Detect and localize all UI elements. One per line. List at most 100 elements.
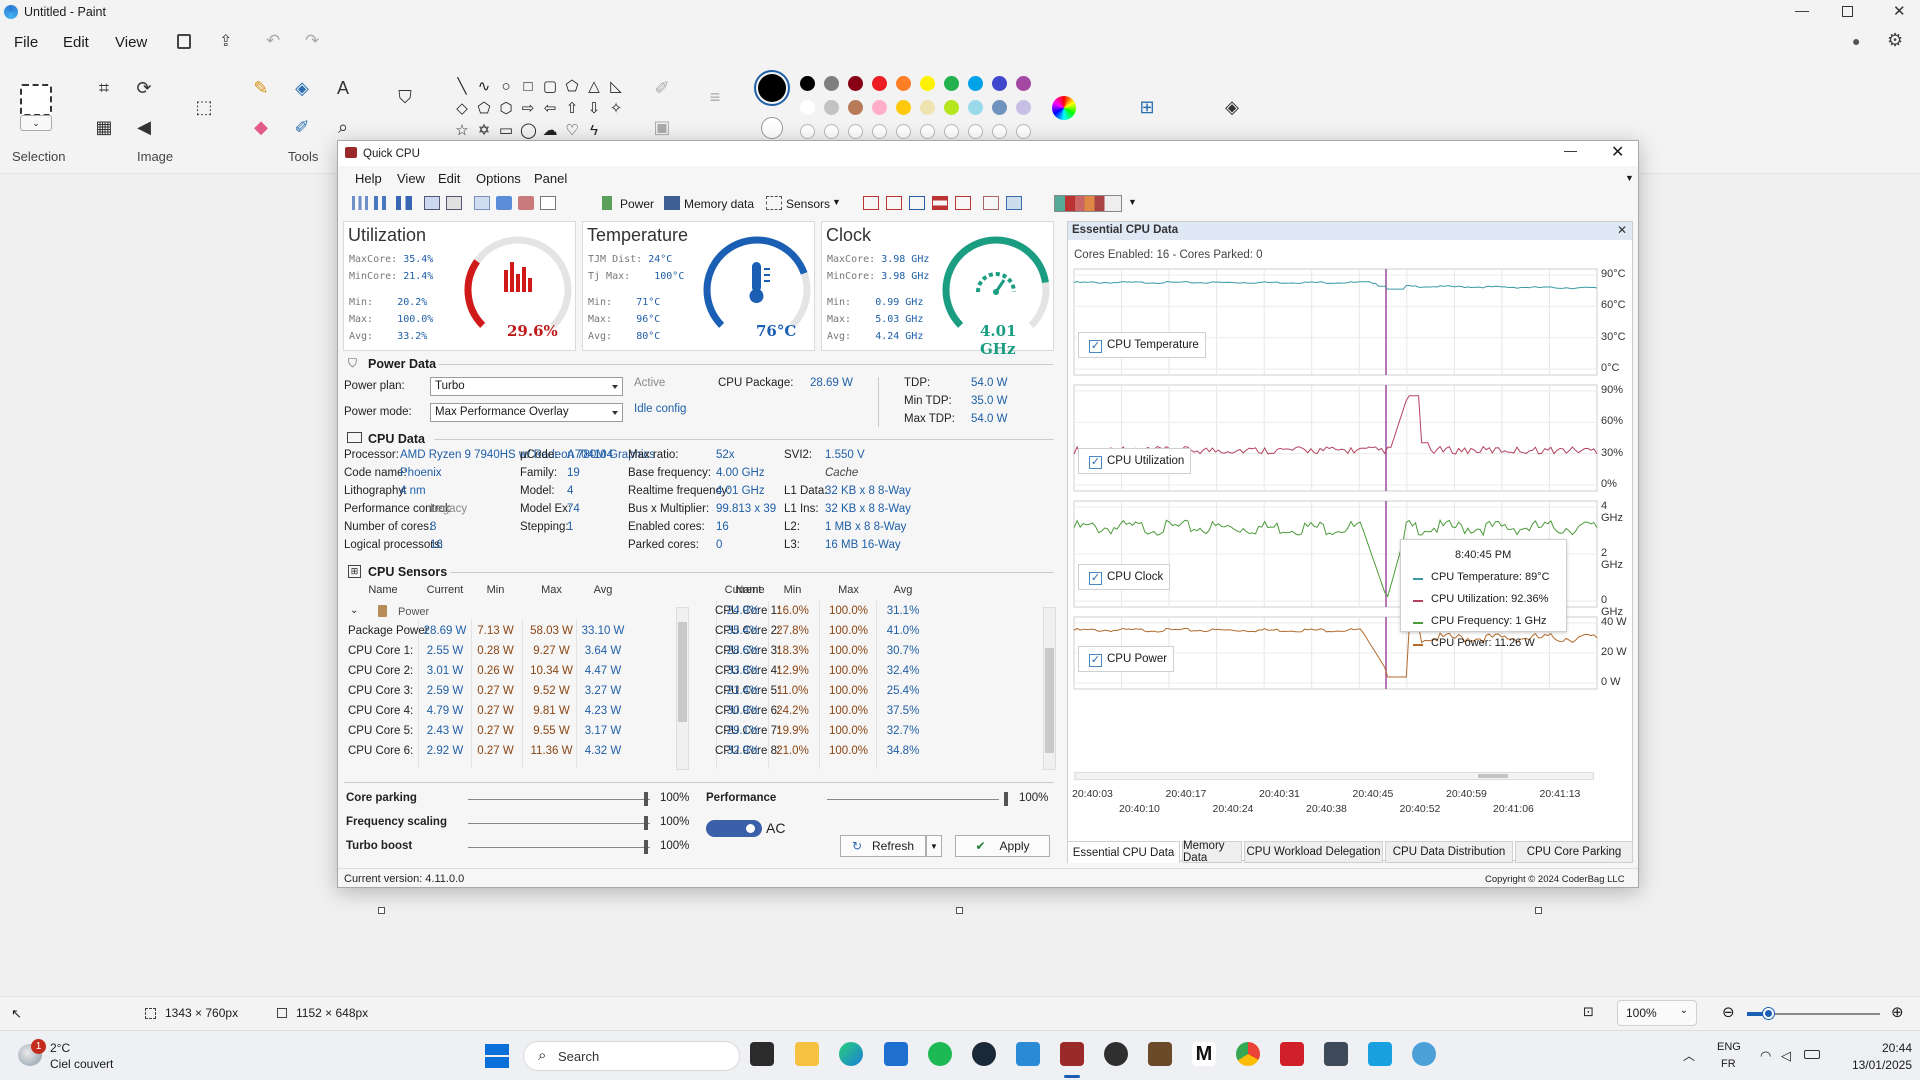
freq-scaling-thumb[interactable] (644, 816, 648, 830)
settings-gear-icon[interactable]: ⚙ (1887, 30, 1903, 51)
curve-shape-icon[interactable]: ∿ (476, 79, 492, 95)
file-explorer-icon[interactable] (795, 1042, 819, 1066)
tools-app-icon[interactable] (1148, 1042, 1172, 1066)
network-app-icon[interactable] (1412, 1042, 1436, 1066)
qc-menu-panel[interactable]: Panel (534, 171, 567, 186)
palette-custom-8[interactable] (992, 124, 1007, 139)
palette-color-2[interactable] (848, 76, 863, 91)
text-tool-icon[interactable]: A (332, 77, 354, 99)
steam-icon[interactable] (972, 1042, 996, 1066)
performance-slider[interactable] (827, 799, 999, 800)
sensors-left-scrollbar[interactable] (676, 607, 689, 770)
toolbar-sensors-label[interactable]: Sensors (786, 197, 830, 211)
qc-collapse-icon[interactable]: ▼ (1625, 173, 1634, 183)
fill-bucket-icon[interactable]: ◈ (291, 77, 313, 99)
palette-custom-2[interactable] (848, 124, 863, 139)
palette-color-7[interactable] (968, 76, 983, 91)
store-icon[interactable] (884, 1042, 908, 1066)
color1-selected[interactable] (754, 70, 790, 106)
zoom-slider-thumb[interactable] (1763, 1008, 1774, 1019)
fit-to-window-icon[interactable]: ⊡ (1583, 1004, 1594, 1020)
tab-essential-cpu-data[interactable]: Essential CPU Data (1067, 841, 1180, 863)
legend-checkbox-clock[interactable]: ✓ (1089, 572, 1102, 585)
core-parking-thumb[interactable] (644, 792, 648, 806)
qc-menu-edit[interactable]: Edit (438, 171, 460, 186)
power-mode-select[interactable]: Max Performance Overlay (430, 403, 623, 422)
layout-1-icon[interactable] (863, 196, 879, 210)
palette-color2-7[interactable] (968, 100, 983, 115)
ac-toggle[interactable] (706, 820, 762, 837)
tray-overflow-icon[interactable]: ︿ (1683, 1047, 1695, 1064)
bar-chart-1-icon[interactable] (352, 196, 368, 210)
chart-scrollbar[interactable] (1074, 772, 1594, 780)
clock-date[interactable]: 13/01/2025 (1842, 1058, 1912, 1072)
edge-browser-icon[interactable] (839, 1042, 863, 1066)
palette-color-8[interactable] (992, 76, 1007, 91)
diamond-shape-icon[interactable]: ◇ (454, 101, 470, 117)
refresh-button[interactable]: ↻ Refresh (840, 835, 926, 857)
sensors-right-header-4[interactable]: Avg (878, 584, 928, 596)
color2-selected[interactable] (761, 117, 783, 139)
palette-custom-5[interactable] (920, 124, 935, 139)
legend-checkbox-temperature[interactable]: ✓ (1089, 340, 1102, 353)
quick-cpu-taskbar-icon[interactable] (1060, 1042, 1084, 1066)
theme-dropdown-icon[interactable]: ▼ (1128, 197, 1137, 207)
vpn-icon[interactable] (1324, 1042, 1348, 1066)
palette-color-6[interactable] (944, 76, 959, 91)
lightning-shape-icon[interactable]: ϟ (586, 123, 602, 139)
resize-handle-bottom-left[interactable] (378, 907, 385, 914)
amd-software-icon[interactable] (1280, 1042, 1304, 1066)
notepad-icon[interactable] (1016, 1042, 1040, 1066)
sensors-dropdown-icon[interactable]: ▼ (832, 197, 841, 207)
turbo-boost-thumb[interactable] (644, 840, 648, 854)
brushes-icon[interactable]: ⛉ (394, 86, 416, 108)
lang-primary[interactable]: ENG (1717, 1041, 1741, 1053)
polygon-shape-icon[interactable]: ⬠ (564, 79, 580, 95)
legend-checkbox-power[interactable]: ✓ (1089, 654, 1102, 667)
qc-menu-options[interactable]: Options (476, 171, 521, 186)
weather-desc[interactable]: Ciel couvert (50, 1057, 113, 1071)
flip-icon[interactable]: ◀ (133, 116, 155, 138)
save-icon[interactable] (177, 34, 191, 49)
volume-icon[interactable]: ◁ (1781, 1048, 1791, 1064)
sensors-left-header-3[interactable]: Max (524, 584, 579, 596)
minimize-icon[interactable]: — (1795, 2, 1809, 18)
m-app-icon[interactable]: M (1192, 1042, 1216, 1066)
bar-chart-2-icon[interactable] (374, 196, 390, 210)
palette-custom-4[interactable] (896, 124, 911, 139)
palette-color2-3[interactable] (872, 100, 887, 115)
task-view-icon[interactable] (750, 1042, 774, 1066)
cpu-view-icon[interactable] (424, 196, 440, 210)
qc-menu-help[interactable]: Help (355, 171, 382, 186)
right-triangle-shape-icon[interactable]: ◺ (608, 79, 624, 95)
callout-cloud-shape-icon[interactable]: ☁ (542, 123, 558, 139)
rectangle-shape-icon[interactable]: □ (520, 79, 536, 95)
wifi-icon[interactable]: ◠ (1760, 1048, 1771, 1064)
rounded-rectangle-shape-icon[interactable]: ▢ (542, 79, 558, 95)
clock-time[interactable]: 20:44 (1876, 1041, 1912, 1055)
line-shape-icon[interactable]: ╲ (454, 79, 470, 95)
fill-icon[interactable]: ▣ (651, 116, 673, 138)
crop-icon[interactable]: ⌗ (93, 77, 115, 99)
tab-cpu-workload-delegation[interactable]: CPU Workload Delegation (1244, 841, 1383, 863)
sensors-right-header-3[interactable]: Max (821, 584, 876, 596)
palette-color2-9[interactable] (1016, 100, 1031, 115)
callout-oval-shape-icon[interactable]: ◯ (520, 123, 537, 139)
oval-shape-icon[interactable]: ○ (498, 79, 514, 95)
layout-4-icon[interactable] (932, 196, 948, 210)
tab-cpu-data-distribution[interactable]: CPU Data Distribution (1385, 841, 1513, 863)
weather-temp[interactable]: 2°C (50, 1041, 70, 1055)
palette-custom-3[interactable] (872, 124, 887, 139)
zoom-out-icon[interactable]: ⊖ (1722, 1003, 1735, 1021)
image-creator-icon[interactable]: ⊞ (1136, 96, 1158, 118)
four-point-star-shape-icon[interactable]: ✧ (608, 101, 624, 117)
idle-config-link[interactable]: Idle config (634, 403, 686, 415)
sensors-left-header-4[interactable]: Avg (578, 584, 628, 596)
resize-handle-bottom[interactable] (956, 907, 963, 914)
snipping-icon[interactable] (1368, 1042, 1392, 1066)
turbo-boost-slider[interactable] (468, 847, 650, 848)
menu-view[interactable]: View (115, 34, 147, 51)
power-group-chevron-icon[interactable]: ⌄ (350, 605, 358, 616)
hexagon-shape-icon[interactable]: ⬡ (498, 101, 514, 117)
battery-icon[interactable] (1804, 1050, 1820, 1059)
